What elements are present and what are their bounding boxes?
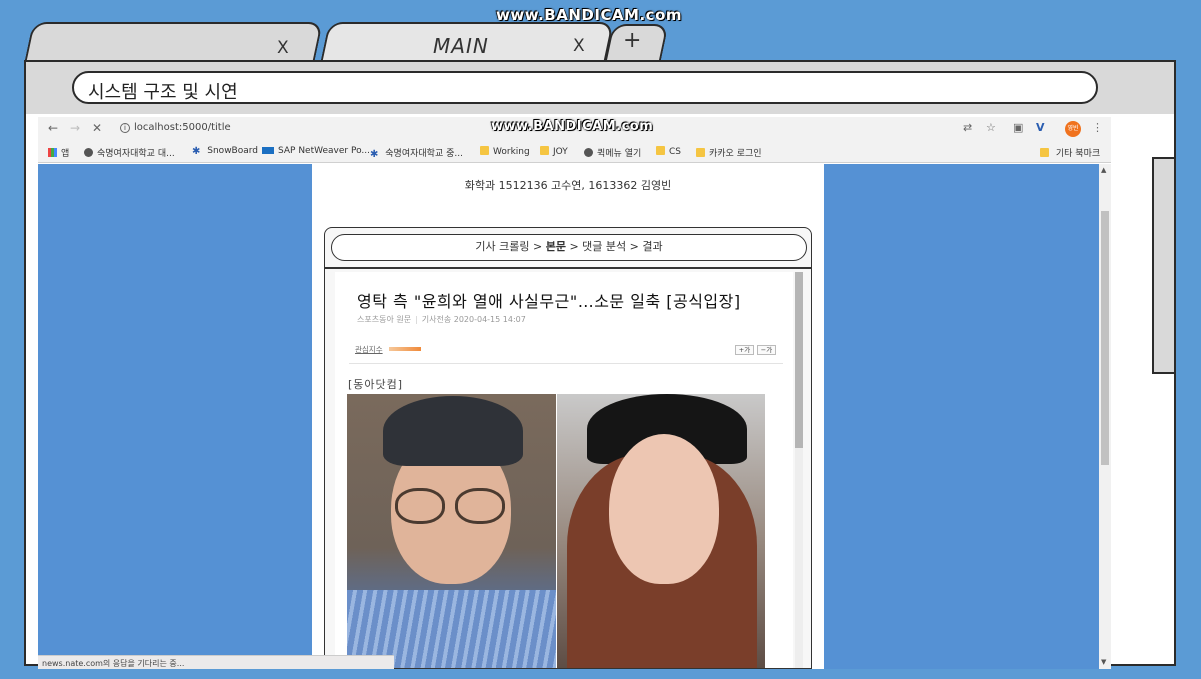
source-link[interactable]: 스포츠동아 원문 [357, 315, 411, 324]
translate-icon[interactable]: ⇄ [963, 121, 972, 134]
slide-title: 시스템 구조 및 시연 [72, 71, 1098, 104]
bookmark-item[interactable]: 카카오 로그인 [696, 146, 762, 159]
back-arrow-icon[interactable]: ← [48, 121, 58, 135]
bookmarks-bar: 앱 숙명여자대학교 대... ✱ SnowBoard SAP NetWeaver… [38, 141, 1111, 163]
bookmark-item[interactable]: 퀵메뉴 열기 [584, 146, 641, 159]
url-text: localhost:5000/title [134, 122, 231, 133]
info-icon[interactable]: i [120, 123, 130, 133]
step-body-current: 본문 [545, 240, 566, 253]
bookmark-label: 숙명여자대학교 대... [97, 149, 175, 159]
font-down-button[interactable]: −가 [757, 345, 776, 355]
bookmark-label: 카카오 로그인 [709, 149, 762, 159]
web-page: 화학과 1512136 고수연, 1613362 김영빈 기사 크롤링 > 본문… [312, 164, 824, 669]
bookmark-label: Working [493, 147, 530, 157]
bandicam-watermark: www.BANDICAM.com [496, 6, 683, 24]
photo-glasses-shape [395, 488, 445, 524]
v-extension-icon[interactable]: V [1036, 121, 1045, 134]
bookmark-label: SnowBoard [207, 146, 259, 156]
sap-icon [262, 147, 274, 154]
bookmark-label: SAP NetWeaver Po... [278, 146, 371, 156]
interest-label[interactable]: 관심지수 [355, 344, 383, 355]
url-bar[interactable]: i localhost:5000/title [120, 122, 231, 133]
star-icon: ✱ [370, 149, 379, 160]
article-scrollbar[interactable] [795, 272, 803, 668]
folder-icon [1040, 148, 1049, 157]
forward-arrow-icon[interactable]: → [70, 121, 80, 135]
folder-icon [696, 148, 705, 157]
bookmark-label: 퀵메뉴 열기 [597, 149, 642, 159]
tab-close-icon: X [573, 36, 585, 56]
bookmark-label: 숙명여자대학교 중... [385, 149, 463, 159]
bookmark-label: 앱 [61, 149, 70, 159]
globe-icon [84, 148, 93, 157]
bookmark-item[interactable]: Working [480, 146, 530, 157]
tab-main-label: MAIN [433, 34, 489, 58]
article-headline: 영탁 측 "윤희와 열애 사실무근"…소문 일축 [공식입장] [357, 292, 741, 311]
photo-hair-shape [383, 396, 523, 466]
tab-close-icon: X [277, 38, 289, 58]
sent-time: 기사전송 2020-04-15 14:07 [421, 315, 526, 324]
folder-icon [540, 146, 549, 155]
article-photo-woman [557, 394, 765, 668]
stop-loading-icon[interactable]: ✕ [92, 121, 102, 135]
folder-icon [656, 146, 665, 155]
interest-bar [389, 347, 421, 351]
bookmark-item[interactable]: ✱ 숙명여자대학교 중... [370, 146, 463, 160]
article-meta: 스포츠동아 원문 | 기사전송 2020-04-15 14:07 [357, 315, 526, 324]
divider [349, 363, 783, 364]
status-bar: news.nate.com의 응답을 기다리는 중... [38, 655, 394, 669]
bookmark-label: 기타 북마크 [1055, 149, 1101, 159]
page-scrollbar[interactable]: ▲ ▼ [1099, 164, 1111, 669]
other-bookmarks[interactable]: 기타 북마크 [1040, 146, 1100, 159]
article-frame: 영탁 측 "윤희와 열애 사실무근"…소문 일축 [공식입장] 스포츠동아 원문… [335, 272, 793, 668]
bookmark-label: CS [669, 147, 681, 157]
browser-toolbar: ← → ✕ i localhost:5000/title ⇄ ☆ ▣ V 영빈 ⋮… [38, 117, 1111, 141]
progress-steps: 기사 크롤링 > 본문 > 댓글 분석 > 결과 [331, 234, 807, 261]
new-tab-icon: + [623, 28, 642, 53]
bookmark-item[interactable]: CS [656, 146, 681, 157]
globe-icon [584, 148, 593, 157]
apps-grid-icon [48, 148, 57, 157]
authors-text: 화학과 1512136 고수연, 1613362 김영빈 [464, 179, 672, 192]
star-icon: ✱ [192, 146, 201, 157]
photo-glasses-shape [455, 488, 505, 524]
result-panel: 기사 크롤링 > 본문 > 댓글 분석 > 결과 영탁 측 "윤희와 열애 사실… [324, 227, 812, 669]
bookmark-item[interactable]: ✱ SnowBoard [192, 146, 258, 157]
article-photo-man [347, 394, 556, 668]
scroll-thumb[interactable] [795, 272, 803, 448]
bookmark-item[interactable]: SAP NetWeaver Po... [262, 146, 370, 156]
article-byline: [동아닷컴] [348, 378, 404, 391]
bookmark-star-icon[interactable]: ☆ [986, 121, 996, 134]
extension-icon[interactable]: ▣ [1013, 121, 1023, 134]
divider [325, 267, 811, 269]
folder-icon [480, 146, 489, 155]
frame-scrollbar [1152, 157, 1176, 374]
bandicam-watermark: www.BANDICAM.com [491, 119, 654, 134]
profile-avatar[interactable]: 영빈 [1065, 121, 1081, 137]
bookmark-apps[interactable]: 앱 [48, 146, 69, 159]
bookmark-item[interactable]: JOY [540, 146, 568, 157]
scroll-thumb[interactable] [1101, 211, 1109, 465]
step-rest: > 댓글 분석 > 결과 [569, 240, 663, 253]
page-viewport: 화학과 1512136 고수연, 1613362 김영빈 기사 크롤링 > 본문… [38, 164, 1111, 669]
bookmark-item[interactable]: 숙명여자대학교 대... [84, 146, 175, 159]
browser-window: ← → ✕ i localhost:5000/title ⇄ ☆ ▣ V 영빈 ⋮… [38, 117, 1111, 669]
font-up-button[interactable]: +가 [735, 345, 754, 355]
scroll-down-icon[interactable]: ▼ [1101, 658, 1106, 666]
photo-face-shape [609, 434, 719, 584]
bookmark-label: JOY [553, 147, 568, 157]
step-crawl: 기사 크롤링 > [475, 240, 543, 253]
scroll-up-icon[interactable]: ▲ [1101, 166, 1106, 174]
menu-kebab-icon[interactable]: ⋮ [1092, 121, 1103, 134]
